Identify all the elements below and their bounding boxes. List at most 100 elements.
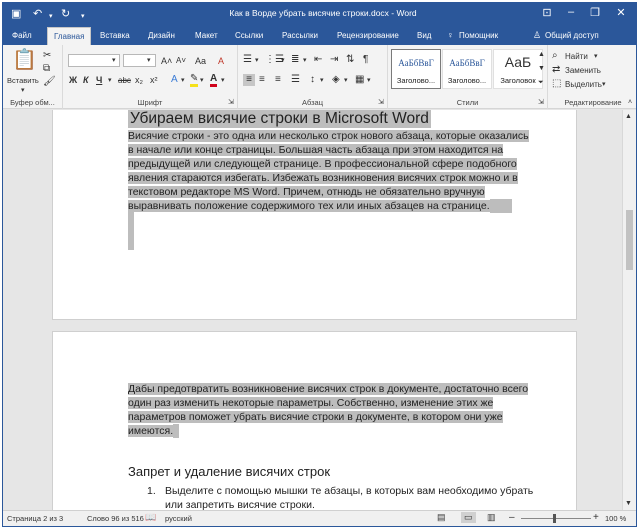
tab-tell-me[interactable]: Помощник (459, 31, 498, 40)
text-effects-dropdown-icon[interactable]: ▾ (181, 75, 185, 87)
style-title[interactable]: АаБ Заголовок (493, 49, 543, 89)
print-layout-icon[interactable]: ▭ (461, 512, 476, 523)
bullets-dropdown-icon[interactable]: ▾ (255, 55, 259, 67)
zoom-slider[interactable] (521, 518, 591, 519)
copy-icon[interactable]: ⧉ (43, 63, 50, 75)
find-icon[interactable]: ⌕ (552, 50, 558, 62)
tab-view[interactable]: Вид (417, 31, 431, 40)
find-dropdown-icon[interactable]: ▾ (594, 51, 598, 63)
paragraph[interactable]: Висячие строки - это одна или несколько … (128, 129, 548, 213)
ribbon-display-icon[interactable]: ⊡ (539, 6, 555, 19)
replace-button[interactable]: Заменить (565, 65, 601, 77)
customize-toolbar-icon[interactable]: ▾ (81, 10, 85, 24)
styles-dialog-launcher-icon[interactable]: ⇲ (538, 97, 544, 109)
subscript-button[interactable]: x₂ (135, 74, 143, 86)
grow-font-icon[interactable]: A˄ (161, 55, 172, 67)
tab-references[interactable]: Ссылки (235, 31, 263, 40)
styles-scroll-down-icon[interactable]: ▼ (538, 63, 545, 75)
paragraph-dialog-launcher-icon[interactable]: ⇲ (378, 97, 384, 109)
superscript-button[interactable]: x² (150, 74, 158, 86)
styles-scroll-up-icon[interactable]: ▲ (538, 49, 545, 61)
scroll-up-icon[interactable]: ▲ (625, 111, 632, 123)
multilevel-dropdown-icon[interactable]: ▾ (303, 55, 307, 67)
highlight-color-icon[interactable]: ✎ (190, 74, 199, 87)
tab-mailings[interactable]: Рассылки (282, 31, 318, 40)
proofing-icon[interactable]: 📖 (145, 512, 156, 523)
redo-icon[interactable]: ↻ (61, 7, 70, 21)
line-spacing-dropdown-icon[interactable]: ▾ (320, 75, 324, 87)
italic-button[interactable]: К (83, 74, 89, 86)
clear-formatting-icon[interactable]: A (218, 55, 224, 67)
undo-icon[interactable]: ↶ (33, 7, 42, 21)
shrink-font-icon[interactable]: A˅ (176, 55, 186, 67)
save-icon[interactable]: ▣ (11, 7, 21, 21)
replace-icon[interactable]: ⇄ (552, 64, 560, 76)
close-icon[interactable]: ✕ (613, 6, 629, 19)
undo-dropdown-icon[interactable]: ▾ (49, 10, 53, 24)
font-dialog-launcher-icon[interactable]: ⇲ (228, 97, 234, 109)
scroll-down-icon[interactable]: ▼ (625, 498, 632, 510)
numbering-dropdown-icon[interactable]: ▾ (281, 55, 285, 67)
styles-more-icon[interactable]: ⏷ (538, 77, 544, 89)
zoom-slider-thumb[interactable] (553, 514, 556, 523)
strikethrough-button[interactable]: abc (118, 75, 131, 87)
highlight-dropdown-icon[interactable]: ▾ (200, 75, 204, 87)
underline-dropdown-icon[interactable]: ▾ (108, 75, 112, 87)
format-painter-icon[interactable]: 🖌 (43, 76, 56, 88)
bold-button[interactable]: Ж (69, 74, 77, 86)
show-formatting-icon[interactable]: ¶ (363, 54, 368, 66)
font-color-dropdown-icon[interactable]: ▾ (221, 75, 225, 87)
borders-icon[interactable]: ▦ (355, 74, 364, 86)
page-heading[interactable]: Убираем висячие строки в Microsoft Word (128, 110, 431, 128)
vertical-scrollbar[interactable]: ▲ ▼ (622, 110, 636, 512)
justify-icon[interactable]: ☰ (291, 74, 300, 86)
multilevel-list-icon[interactable]: ≣ (291, 54, 299, 66)
underline-button[interactable]: Ч (96, 74, 102, 86)
language[interactable]: русский (165, 514, 192, 523)
align-right-icon[interactable]: ≡ (275, 74, 281, 86)
minimize-icon[interactable]: – (563, 6, 579, 18)
document-page-2[interactable]: Дабы предотвратить возникновение висячих… (52, 331, 577, 512)
web-layout-icon[interactable]: ▥ (487, 512, 496, 523)
cut-icon[interactable]: ✂ (43, 50, 51, 62)
tab-file[interactable]: Файл (12, 31, 32, 40)
scrollbar-thumb[interactable] (626, 210, 633, 270)
page-count[interactable]: Страница 2 из 3 (7, 514, 63, 523)
increase-indent-icon[interactable]: ⇥ (330, 54, 338, 66)
style-heading-1[interactable]: АаБбВвГ Заголово... (391, 49, 441, 89)
change-case-icon[interactable]: Aa (195, 55, 206, 67)
bullets-icon[interactable]: ☰ (243, 54, 252, 66)
decrease-indent-icon[interactable]: ⇤ (314, 54, 322, 66)
document-page-1[interactable]: Убираем висячие строки в Microsoft Word … (52, 110, 577, 320)
select-button[interactable]: Выделить (565, 79, 602, 91)
font-size-dropdown-icon[interactable]: ▾ (147, 55, 151, 67)
shading-dropdown-icon[interactable]: ▾ (344, 75, 348, 87)
font-color-icon[interactable]: A (210, 74, 218, 87)
subheading[interactable]: Запрет и удаление висячих строк (128, 464, 330, 480)
text-effects-icon[interactable]: A (171, 74, 178, 86)
collapse-ribbon-icon[interactable]: ˄ (628, 97, 632, 109)
style-heading-2[interactable]: АаБбВвГ Заголово... (442, 49, 492, 89)
sort-icon[interactable]: ⇅ (346, 54, 354, 66)
document-canvas[interactable]: Убираем висячие строки в Microsoft Word … (3, 110, 624, 512)
tab-layout[interactable]: Макет (195, 31, 218, 40)
tab-home[interactable]: Главная (47, 27, 92, 45)
select-dropdown-icon[interactable]: ▾ (602, 79, 606, 91)
tab-review[interactable]: Рецензирование (337, 31, 399, 40)
find-button[interactable]: Найти (565, 51, 588, 63)
tab-insert[interactable]: Вставка (100, 31, 130, 40)
paste-icon[interactable]: 📋 (12, 49, 37, 71)
shading-icon[interactable]: ◈ (332, 74, 340, 86)
align-left-icon[interactable]: ≡ (243, 74, 255, 86)
paragraph[interactable]: Дабы предотвратить возникновение висячих… (128, 382, 548, 438)
font-size-combo[interactable] (123, 54, 156, 67)
zoom-out-icon[interactable]: – (509, 512, 515, 523)
read-mode-icon[interactable]: ▤ (437, 512, 446, 523)
list-item[interactable]: Выделите с помощью мышки те абзацы, в ко… (165, 484, 565, 512)
align-center-icon[interactable]: ≡ (259, 74, 265, 86)
select-icon[interactable]: ⬚ (552, 78, 561, 90)
word-count[interactable]: Слово 96 из 516 (87, 514, 144, 523)
zoom-in-icon[interactable]: + (593, 512, 599, 523)
tab-design[interactable]: Дизайн (148, 31, 175, 40)
paste-dropdown-icon[interactable]: ▾ (21, 85, 25, 97)
